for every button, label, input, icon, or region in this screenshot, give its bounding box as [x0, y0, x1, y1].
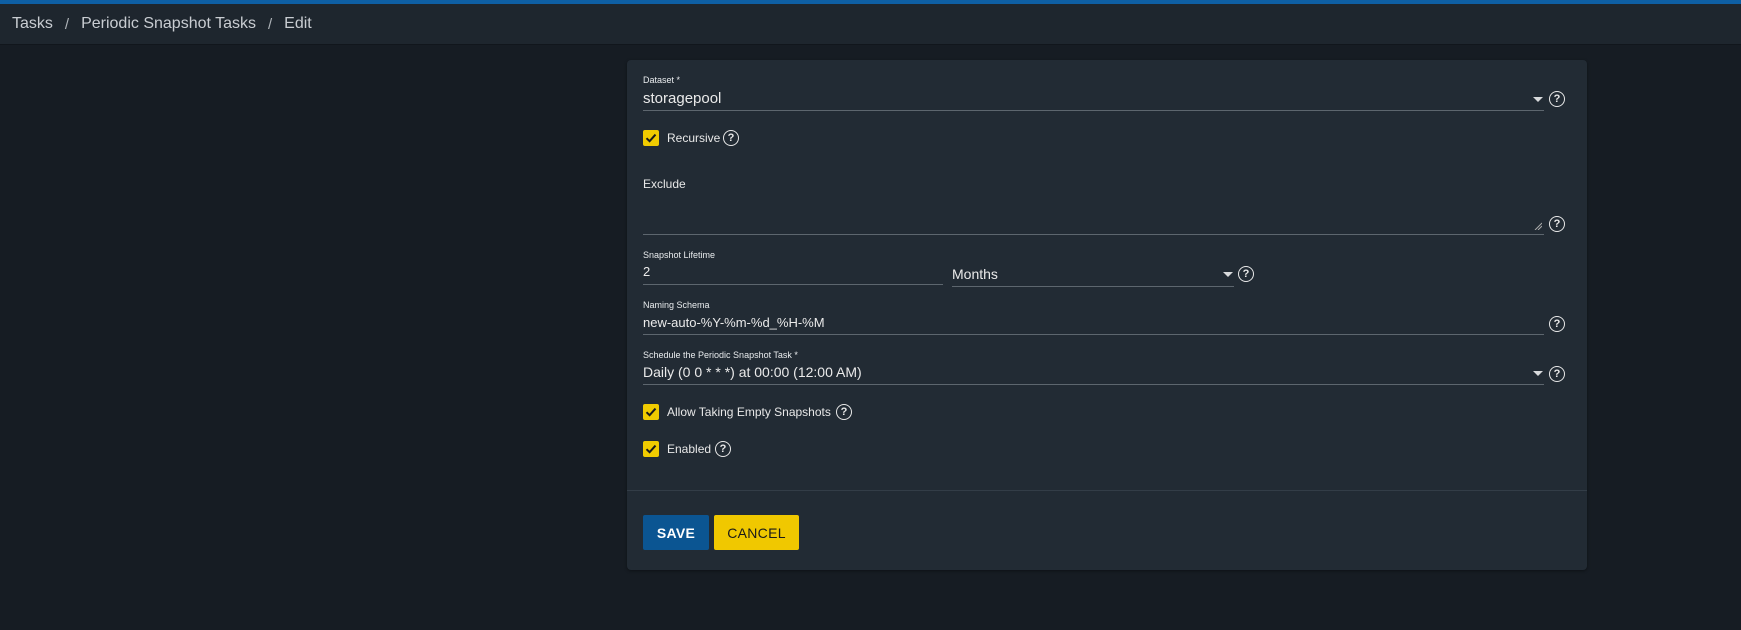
- breadcrumb-periodic-snapshot-tasks[interactable]: Periodic Snapshot Tasks: [81, 15, 256, 33]
- help-circle-icon[interactable]: ?: [1549, 91, 1565, 107]
- exclude-underline: [643, 234, 1544, 235]
- snapshot-lifetime-label: Snapshot Lifetime: [643, 250, 716, 260]
- naming-schema-underline: [643, 334, 1544, 335]
- snapshot-lifetime-underline: [643, 284, 943, 285]
- lifetime-unit-underline: [952, 286, 1234, 287]
- recursive-label: Recursive: [667, 131, 721, 145]
- help-circle-icon[interactable]: ?: [1238, 266, 1254, 282]
- snapshot-lifetime-input[interactable]: 2: [643, 264, 650, 279]
- allow-empty-snapshots-checkbox[interactable]: [643, 404, 659, 420]
- recursive-checkbox[interactable]: [643, 130, 659, 146]
- allow-empty-snapshots-label: Allow Taking Empty Snapshots: [667, 405, 831, 419]
- naming-schema-input[interactable]: new-auto-%Y-%m-%d_%H-%M: [643, 315, 825, 330]
- breadcrumb: Tasks / Periodic Snapshot Tasks / Edit: [0, 15, 312, 33]
- caret-down-icon[interactable]: [1533, 97, 1543, 102]
- dataset-label: Dataset *: [643, 75, 681, 85]
- resize-handle-icon[interactable]: [1534, 222, 1542, 230]
- enabled-checkbox[interactable]: [643, 441, 659, 457]
- save-button[interactable]: SAVE: [643, 515, 709, 550]
- schedule-label: Schedule the Periodic Snapshot Task *: [643, 350, 798, 360]
- dataset-underline: [643, 110, 1544, 111]
- help-circle-icon[interactable]: ?: [1549, 316, 1565, 332]
- schedule-select[interactable]: Daily (0 0 * * *) at 00:00 (12:00 AM): [643, 364, 862, 380]
- help-circle-icon[interactable]: ?: [836, 404, 852, 420]
- schedule-underline: [643, 384, 1544, 385]
- breadcrumb-tasks[interactable]: Tasks: [12, 15, 53, 33]
- snapshot-task-form: Dataset * storagepool ? Recursive ? Excl…: [627, 60, 1587, 570]
- help-circle-icon[interactable]: ?: [715, 441, 731, 457]
- caret-down-icon[interactable]: [1223, 272, 1233, 277]
- form-divider: [627, 490, 1587, 491]
- help-circle-icon[interactable]: ?: [723, 130, 739, 146]
- dataset-select[interactable]: storagepool: [643, 90, 721, 107]
- cancel-button[interactable]: CANCEL: [714, 515, 799, 550]
- naming-schema-label: Naming Schema: [643, 300, 710, 310]
- checkmark-icon: [645, 407, 657, 417]
- breadcrumb-separator: /: [64, 15, 70, 33]
- page-header: Tasks / Periodic Snapshot Tasks / Edit: [0, 4, 1741, 45]
- help-circle-icon[interactable]: ?: [1549, 366, 1565, 382]
- checkmark-icon: [645, 133, 657, 143]
- breadcrumb-separator: /: [268, 15, 273, 33]
- lifetime-unit-select[interactable]: Months: [952, 266, 998, 282]
- enabled-label: Enabled: [667, 442, 712, 456]
- checkmark-icon: [645, 444, 657, 454]
- breadcrumb-current: Edit: [284, 15, 312, 32]
- caret-down-icon[interactable]: [1533, 371, 1543, 376]
- exclude-textarea[interactable]: [643, 200, 1538, 220]
- help-circle-icon[interactable]: ?: [1549, 216, 1565, 232]
- exclude-label: Exclude: [643, 177, 686, 191]
